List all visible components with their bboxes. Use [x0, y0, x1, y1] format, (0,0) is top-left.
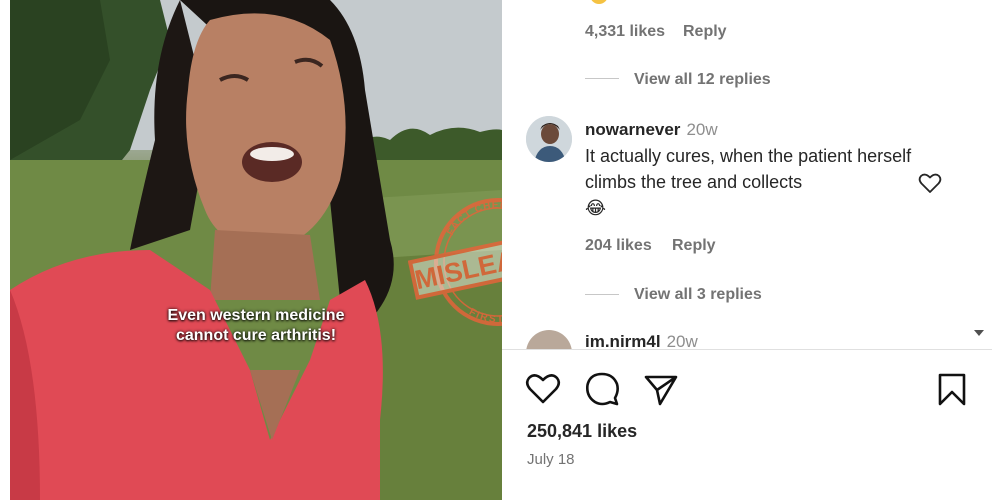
divider	[502, 349, 992, 350]
reply-line	[585, 78, 619, 79]
comment-time: 20w	[686, 120, 718, 139]
avatar-image	[526, 116, 572, 162]
post-likes[interactable]: 250,841 likes	[527, 421, 637, 442]
avatar[interactable]	[526, 116, 572, 162]
heart-icon[interactable]	[525, 373, 561, 405]
comment-body: It actually cures, when the patient hers…	[585, 146, 912, 192]
comment-icon[interactable]	[584, 371, 620, 407]
post-date: July 18	[527, 451, 575, 468]
scrollbar[interactable]	[968, 0, 988, 348]
comment-username[interactable]: im.nirm4l 20w	[585, 332, 698, 349]
prev-comment-likes[interactable]: 4,331 likes	[585, 23, 665, 41]
heart-icon[interactable]	[918, 172, 942, 194]
comment-text: It actually cures, when the patient hers…	[585, 143, 915, 222]
comment-username[interactable]: nowarnever 20w	[585, 120, 718, 140]
avatar[interactable]	[526, 330, 572, 349]
view-replies-12[interactable]: View all 12 replies	[634, 71, 771, 89]
username-text[interactable]: nowarnever	[585, 120, 680, 139]
comment-time: 20w	[666, 332, 698, 349]
comment-reply[interactable]: Reply	[672, 237, 716, 255]
view-replies-3[interactable]: View all 3 replies	[634, 286, 762, 304]
reply-line	[585, 294, 619, 295]
share-icon[interactable]	[644, 374, 678, 406]
bookmark-icon[interactable]	[938, 373, 966, 407]
username-text[interactable]: im.nirm4l	[585, 332, 661, 349]
comment-likes[interactable]: 204 likes	[585, 237, 652, 255]
prev-comment-reply[interactable]: Reply	[683, 23, 727, 41]
comment-2-clip: im.nirm4l 20w	[502, 328, 968, 349]
laughing-emoji-icon: 😂	[585, 198, 607, 219]
chevron-down-icon[interactable]	[974, 330, 984, 336]
